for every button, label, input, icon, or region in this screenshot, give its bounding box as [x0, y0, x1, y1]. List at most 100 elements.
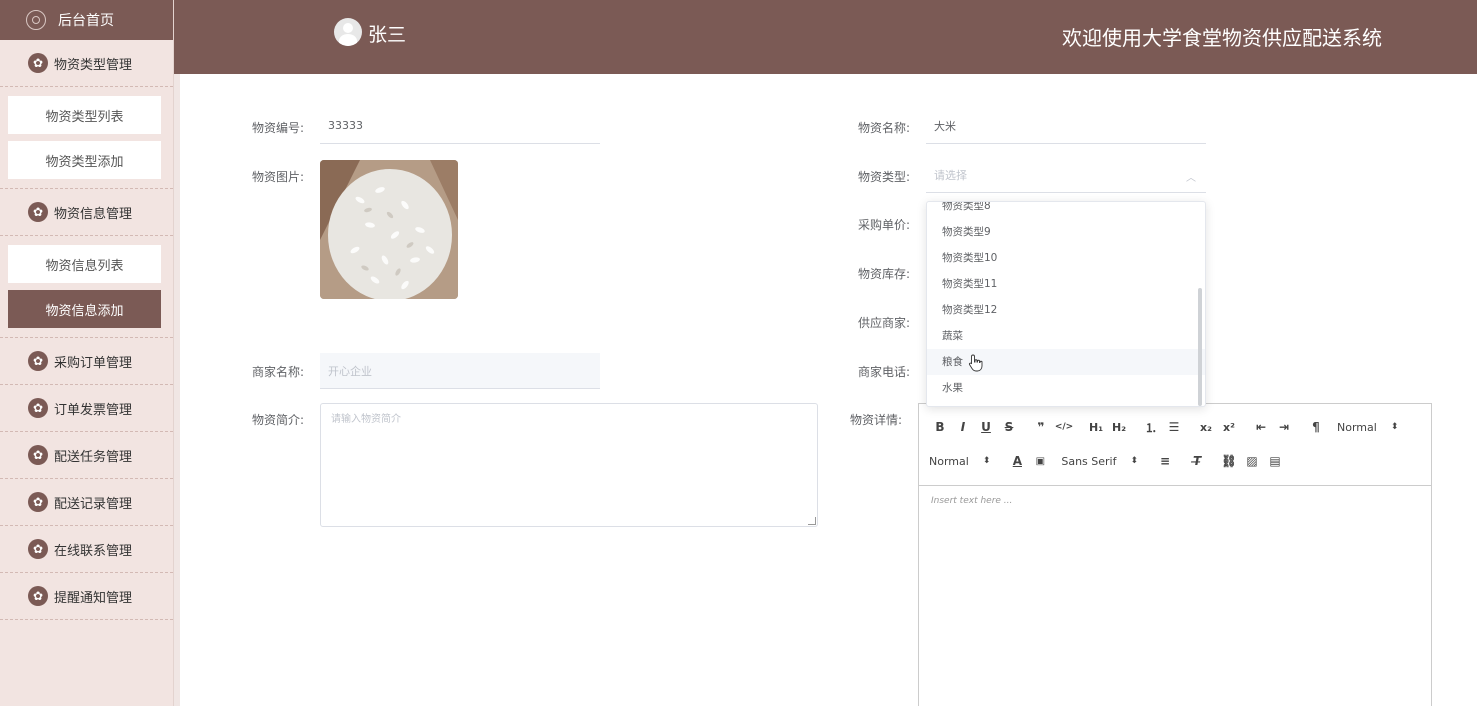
dropdown-option[interactable]: 物资类型12	[927, 297, 1205, 323]
username[interactable]: 张三	[368, 20, 406, 47]
editor-toolbar: B I U S ❞ </> H₁ H₂ ⒈ ☰ x₂ x² ⇤ ⇥ ¶ Norm…	[919, 404, 1431, 486]
header-select-value: Normal	[1337, 420, 1377, 434]
form-panel: 物资编号: 33333 物资名称: 大米 物资图片: 物资类型: 请选择 ︿ 采…	[180, 74, 1477, 706]
sidebar-item-info-list[interactable]: 物资信息列表	[8, 245, 161, 283]
flower-icon: ✿	[28, 202, 48, 222]
background-color-icon[interactable]: ▣	[1029, 451, 1051, 471]
flower-icon: ✿	[28, 539, 48, 559]
bullet-list-icon[interactable]: ☰	[1163, 417, 1185, 437]
dropdown-option[interactable]: 水果	[927, 375, 1205, 401]
dropdown-option[interactable]: 物资类型9	[927, 219, 1205, 245]
intro-textarea[interactable]: 请输入物资简介	[320, 403, 818, 527]
sidebar-home[interactable]: 后台首页	[0, 0, 173, 40]
editor-content[interactable]: Insert text here ...	[919, 486, 1431, 516]
type-dropdown: 物资类型8 物资类型9 物资类型10 物资类型11 物资类型12 蔬菜 粮食 水…	[926, 201, 1206, 407]
superscript-icon[interactable]: x²	[1218, 417, 1240, 437]
merchant-input[interactable]: 开心企业	[320, 353, 600, 389]
dropdown-option[interactable]: 物资类型11	[927, 271, 1205, 297]
sidebar-group-invoice[interactable]: ✿ 订单发票管理	[0, 385, 173, 432]
rice-image[interactable]	[320, 160, 458, 299]
intro-placeholder: 请输入物资简介	[331, 414, 401, 425]
flower-icon: ✿	[28, 492, 48, 512]
font-select[interactable]: Sans Serif ⬍	[1061, 455, 1154, 468]
code-block-icon[interactable]: </>	[1053, 417, 1075, 437]
sidebar-group-label: 配送任务管理	[54, 449, 133, 465]
align-icon[interactable]: ≡	[1154, 451, 1176, 471]
header2-icon[interactable]: H₂	[1108, 417, 1130, 437]
sidebar-group-label: 采购订单管理	[54, 355, 133, 371]
home-circle-icon	[26, 10, 46, 30]
image-label: 物资图片:	[251, 170, 304, 184]
sidebar-item-info-add[interactable]: 物资信息添加	[8, 290, 161, 328]
blockquote-icon[interactable]: ❞	[1030, 417, 1052, 437]
avatar[interactable]	[334, 18, 362, 46]
flower-icon: ✿	[28, 53, 48, 73]
sidebar-group-delivery-task[interactable]: ✿ 配送任务管理	[0, 432, 173, 479]
header-select[interactable]: Normal ⬍	[1337, 421, 1414, 434]
type-label: 物资类型:	[857, 170, 910, 184]
sidebar-submenu-info: 物资信息列表 物资信息添加	[0, 236, 173, 338]
type-select[interactable]: 请选择 ︿	[926, 157, 1206, 193]
sidebar-group-material-info[interactable]: ✿ 物资信息管理	[0, 189, 173, 236]
sidebar-group-purchase-order[interactable]: ✿ 采购订单管理	[0, 338, 173, 385]
name-input[interactable]: 大米	[926, 108, 1206, 144]
updown-icon: ⬍	[982, 456, 991, 466]
type-select-placeholder: 请选择	[934, 168, 967, 182]
chevron-up-icon: ︿	[1186, 173, 1196, 184]
sidebar-home-label: 后台首页	[58, 13, 114, 29]
supplier-label: 供应商家:	[857, 316, 910, 330]
dropdown-option[interactable]: 物资类型10	[927, 245, 1205, 271]
code-input[interactable]: 33333	[320, 108, 600, 144]
sidebar-group-reminder[interactable]: ✿ 提醒通知管理	[0, 573, 173, 620]
detail-label: 物资详情:	[849, 413, 902, 427]
dropdown-option[interactable]: 物资类型8	[927, 202, 1205, 219]
sidebar-group-label: 在线联系管理	[54, 543, 133, 559]
sidebar-group-label: 物资类型管理	[54, 57, 133, 73]
subscript-icon[interactable]: x₂	[1195, 417, 1217, 437]
sidebar-item-type-list[interactable]: 物资类型列表	[8, 96, 161, 134]
header1-icon[interactable]: H₁	[1085, 417, 1107, 437]
bold-icon[interactable]: B	[929, 417, 951, 437]
phone-label: 商家电话:	[857, 365, 910, 379]
sidebar-group-label: 物资信息管理	[54, 206, 133, 222]
sidebar-group-online-contact[interactable]: ✿ 在线联系管理	[0, 526, 173, 573]
text-direction-icon[interactable]: ¶	[1305, 417, 1327, 437]
system-title: 欢迎使用大学食堂物资供应配送系统	[1062, 26, 1382, 50]
merchant-label: 商家名称:	[251, 365, 304, 379]
size-select-value: Normal	[929, 454, 969, 468]
link-icon[interactable]: ⛓	[1218, 451, 1240, 471]
updown-icon: ⬍	[1130, 456, 1139, 466]
outdent-icon[interactable]: ⇤	[1250, 417, 1272, 437]
ordered-list-icon[interactable]: ⒈	[1140, 417, 1162, 437]
code-label: 物资编号:	[251, 121, 304, 135]
strike-icon[interactable]: S	[998, 417, 1020, 437]
underline-icon[interactable]: U	[975, 417, 997, 437]
sidebar-submenu-type: 物资类型列表 物资类型添加	[0, 87, 173, 189]
rice-image-graphic	[320, 160, 458, 299]
size-select[interactable]: Normal ⬍	[929, 455, 1006, 468]
font-select-value: Sans Serif	[1061, 454, 1117, 468]
font-color-icon[interactable]: A	[1006, 451, 1028, 471]
stock-label: 物资库存:	[857, 267, 910, 281]
updown-icon: ⬍	[1390, 422, 1399, 432]
flower-icon: ✿	[28, 398, 48, 418]
intro-label: 物资简介:	[251, 413, 304, 427]
flower-icon: ✿	[28, 586, 48, 606]
sidebar-group-label: 订单发票管理	[54, 402, 133, 418]
sidebar-group-delivery-record[interactable]: ✿ 配送记录管理	[0, 479, 173, 526]
flower-icon: ✿	[28, 351, 48, 371]
sidebar-item-type-add[interactable]: 物资类型添加	[8, 141, 161, 179]
video-icon[interactable]: ▤	[1264, 451, 1286, 471]
italic-icon[interactable]: I	[952, 417, 974, 437]
flower-icon: ✿	[28, 445, 48, 465]
sidebar: 后台首页 ✿ 物资类型管理 物资类型列表 物资类型添加 ✿ 物资信息管理 物资信…	[0, 0, 174, 706]
sidebar-group-label: 配送记录管理	[54, 496, 133, 512]
top-header: 张三 欢迎使用大学食堂物资供应配送系统	[174, 0, 1477, 74]
indent-icon[interactable]: ⇥	[1273, 417, 1295, 437]
clear-format-icon[interactable]: T̶	[1186, 451, 1208, 471]
dropdown-scrollbar[interactable]	[1198, 288, 1202, 406]
resize-grip-icon[interactable]	[808, 517, 816, 525]
dropdown-option[interactable]: 蔬菜	[927, 323, 1205, 349]
image-icon[interactable]: ▨	[1241, 451, 1263, 471]
sidebar-group-material-type[interactable]: ✿ 物资类型管理	[0, 40, 173, 87]
